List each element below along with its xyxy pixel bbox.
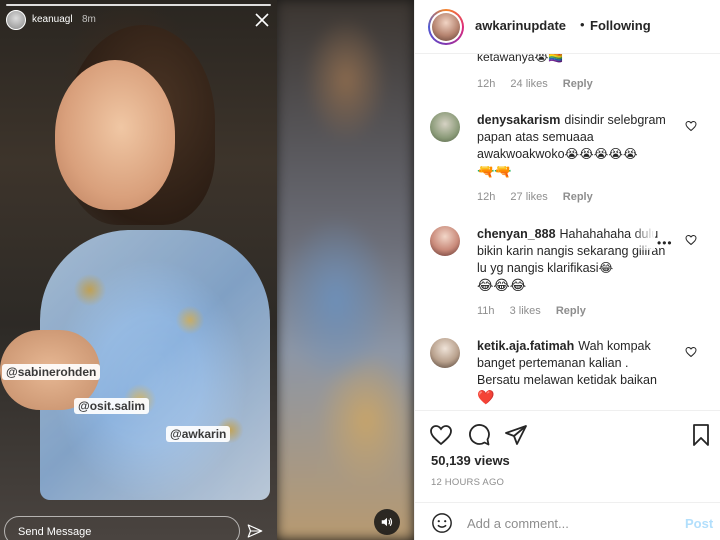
comment-time: 12h	[477, 78, 496, 90]
speaker-icon	[381, 517, 393, 527]
add-comment-input[interactable]	[467, 513, 667, 533]
comment-likes[interactable]: 3 likes	[510, 305, 541, 317]
comment-time: 12h	[477, 191, 496, 203]
post-media[interactable]: keanuagl 8m @sabinerohden @osit.salim @a…	[0, 0, 414, 540]
comment-emoji-line: 🔫🔫	[477, 163, 512, 179]
avatar[interactable]	[430, 226, 460, 256]
following-button[interactable]: Following	[590, 18, 651, 33]
reply-button[interactable]: Reply	[556, 305, 586, 317]
text-fade	[633, 228, 655, 250]
comment-meta: 11h 3 likes Reply	[477, 305, 598, 317]
heart-icon[interactable]	[685, 234, 697, 246]
comment-icon[interactable]	[467, 423, 491, 447]
reply-button[interactable]: Reply	[563, 191, 593, 203]
post-actions: 50,139 views 12 HOURS AGO	[415, 410, 720, 502]
story-send-message-placeholder: Send Message	[18, 526, 92, 538]
avatar[interactable]	[430, 338, 460, 368]
send-icon	[247, 524, 263, 538]
comment-time: 11h	[477, 305, 495, 317]
comment-text-fragment: ketawanya😭🏳️‍🌈	[477, 54, 564, 64]
post-button[interactable]: Post	[685, 516, 713, 531]
blurred-background	[276, 0, 414, 540]
comments-list[interactable]: ketawanya😭🏳️‍🌈 12h 24 likes Reply denysa…	[415, 54, 720, 410]
comment-text: denysakarism disindir selebgram papan ata…	[477, 113, 666, 161]
comment-emoji-line: ❤️	[477, 389, 495, 405]
comment-username[interactable]: chenyan_888	[477, 227, 556, 241]
view-count[interactable]: 50,139 views	[431, 453, 510, 468]
audio-toggle-button[interactable]	[374, 509, 400, 535]
reply-button[interactable]: Reply	[563, 78, 593, 90]
avatar[interactable]	[430, 112, 460, 142]
story-screenshot: keanuagl 8m @sabinerohden @osit.salim @a…	[0, 0, 277, 540]
mention-tag: @sabinerohden	[2, 364, 101, 380]
comment-likes[interactable]: 24 likes	[510, 78, 547, 90]
paper-plane-icon[interactable]	[504, 423, 528, 447]
comment-username[interactable]: denysakarism	[477, 113, 560, 127]
more-options-button[interactable]: •••	[657, 236, 673, 250]
post-header: awkarinupdate • Following	[415, 0, 720, 54]
bookmark-icon[interactable]	[689, 423, 713, 447]
mention-tag: @osit.salim	[74, 398, 150, 414]
comment-username[interactable]: ketik.aja.fatimah	[477, 339, 574, 353]
heart-icon[interactable]	[429, 423, 453, 447]
smile-icon[interactable]	[431, 512, 453, 534]
post-timestamp: 12 HOURS AGO	[431, 477, 505, 488]
post-username[interactable]: awkarinupdate	[475, 18, 566, 33]
close-icon	[255, 13, 269, 27]
story-avatar	[6, 10, 26, 30]
heart-icon[interactable]	[685, 346, 697, 358]
add-comment-bar: Post	[415, 502, 720, 540]
comment-text: ketik.aja.fatimah Wah kompak banget perte…	[477, 339, 657, 387]
separator-dot: •	[580, 17, 585, 32]
comment-emoji-line: 😂😂😂	[477, 277, 527, 293]
story-time: 8m	[82, 14, 96, 25]
comment-meta: 12h 27 likes Reply	[477, 191, 605, 203]
post-panel: awkarinupdate • Following ketawanya😭🏳️‍🌈…	[414, 0, 720, 540]
story-progress-bar	[6, 4, 271, 6]
story-username: keanuagl	[32, 14, 73, 25]
avatar[interactable]	[428, 9, 464, 45]
mention-tag: @awkarin	[166, 426, 231, 442]
comment-likes[interactable]: 27 likes	[510, 191, 547, 203]
comment-meta: 12h 24 likes Reply	[477, 78, 605, 90]
story-photo-face	[55, 60, 175, 210]
heart-icon[interactable]	[685, 120, 697, 132]
